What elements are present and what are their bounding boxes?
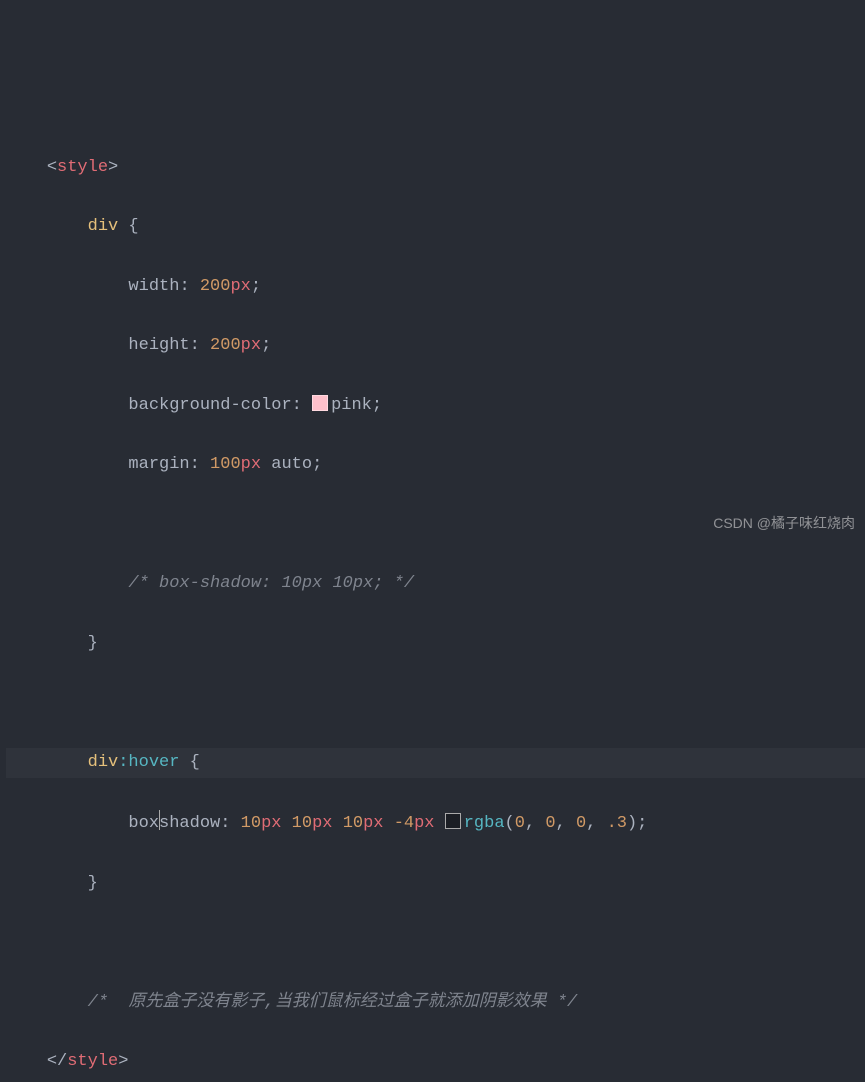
code-line: boxshadow: 10px 10px 10px -4px rgba(0, 0… <box>6 807 865 839</box>
code-line: margin: 100px auto; <box>6 450 865 480</box>
brace-open: { <box>118 217 138 236</box>
value-number: 0 <box>545 814 555 833</box>
value-number: 200 <box>200 277 231 296</box>
value-unit: px <box>414 814 434 833</box>
prop-background-color: background-color <box>128 396 291 415</box>
comment: /* 原先盒子没有影子,当我们鼠标经过盒子就添加阴影效果 */ <box>88 993 578 1012</box>
angle-open: </ <box>47 1052 67 1071</box>
value-number: 0 <box>515 814 525 833</box>
text-cursor-icon <box>159 810 160 830</box>
value-unit: px <box>363 814 383 833</box>
code-line: div:hover { <box>6 748 865 778</box>
code-line <box>6 688 865 718</box>
value-number: 100 <box>210 455 241 474</box>
prop-box-shadow: box <box>128 814 159 833</box>
color-swatch-pink-icon <box>312 395 328 411</box>
value-number: .3 <box>607 814 627 833</box>
prop-height: height <box>128 336 189 355</box>
watermark: CSDN @橘子味红烧肉 <box>713 511 855 536</box>
func-rgba: rgba <box>464 814 505 833</box>
selector-div: div <box>88 217 119 236</box>
prop-box-shadow: shadow <box>159 814 220 833</box>
value-number: 0 <box>576 814 586 833</box>
value-number: -4 <box>394 814 414 833</box>
code-line: background-color: pink; <box>6 391 865 421</box>
code-line: /* box-shadow: 10px 10px; */ <box>6 569 865 599</box>
brace-close: } <box>88 874 98 893</box>
prop-margin: margin <box>128 455 189 474</box>
code-line: </style> <box>6 1047 865 1077</box>
value-unit: px <box>241 336 261 355</box>
code-line <box>6 928 865 958</box>
brace-close: } <box>88 634 98 653</box>
angle-open: < <box>47 158 57 177</box>
value-auto: auto <box>271 455 312 474</box>
pseudo-hover: :hover <box>118 753 179 772</box>
code-line: div { <box>6 212 865 242</box>
code-line: height: 200px; <box>6 331 865 361</box>
tag-style: style <box>67 1052 118 1071</box>
value-number: 10 <box>343 814 363 833</box>
value-color: pink <box>331 396 372 415</box>
selector-div: div <box>88 753 119 772</box>
value-unit: px <box>312 814 332 833</box>
value-number: 200 <box>210 336 241 355</box>
color-swatch-rgba-icon <box>445 813 461 829</box>
angle-close: > <box>118 1052 128 1071</box>
code-editor[interactable]: <style> div { width: 200px; height: 200p… <box>0 119 865 1082</box>
value-number: 10 <box>241 814 261 833</box>
code-line: width: 200px; <box>6 272 865 302</box>
code-line: } <box>6 629 865 659</box>
tag-style: style <box>57 158 108 177</box>
code-line: /* 原先盒子没有影子,当我们鼠标经过盒子就添加阴影效果 */ <box>6 988 865 1018</box>
brace-open: { <box>179 753 199 772</box>
value-unit: px <box>261 814 281 833</box>
value-unit: px <box>230 277 250 296</box>
value-number: 10 <box>292 814 312 833</box>
angle-close: > <box>108 158 118 177</box>
comment: /* box-shadow: 10px 10px; */ <box>128 574 414 593</box>
value-unit: px <box>241 455 261 474</box>
prop-width: width <box>128 277 179 296</box>
code-line: <style> <box>6 153 865 183</box>
code-line: } <box>6 869 865 899</box>
